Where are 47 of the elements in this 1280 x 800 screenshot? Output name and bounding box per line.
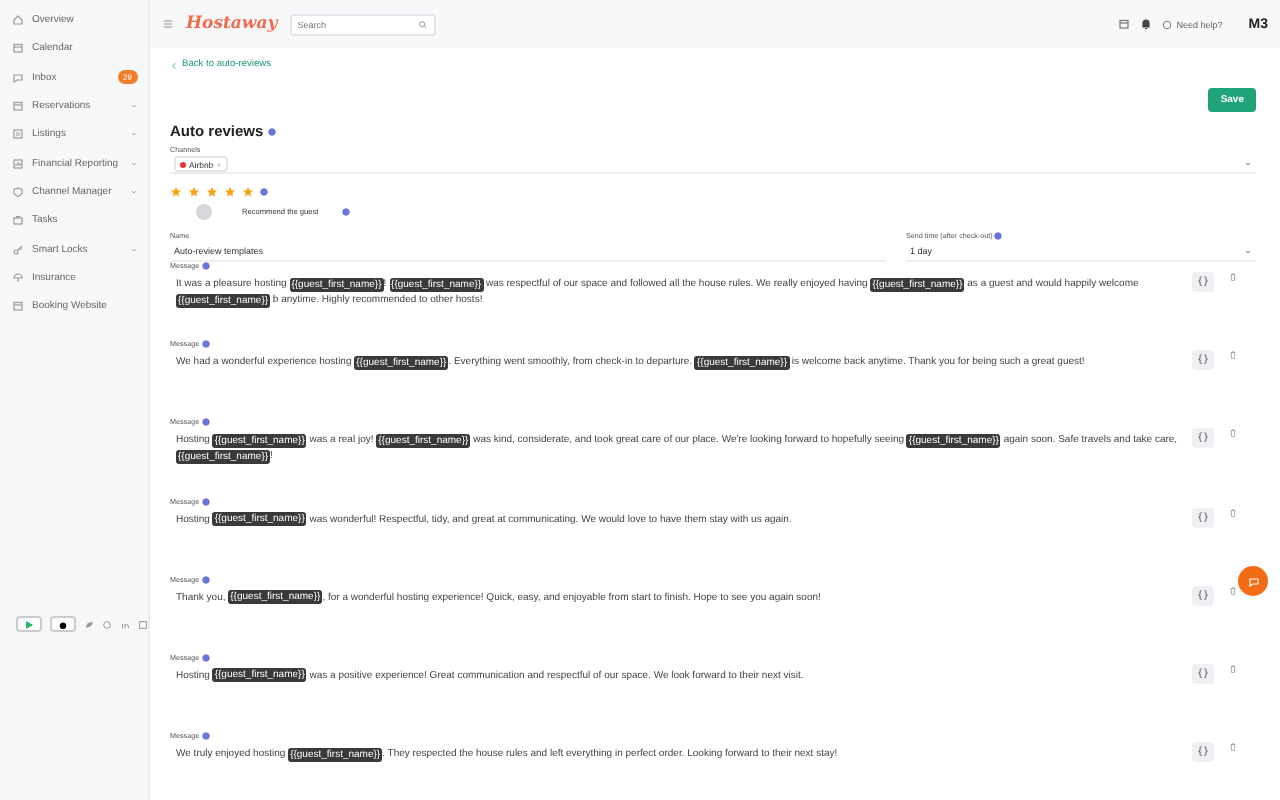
star-icon [188,186,200,198]
trash-icon [1228,585,1238,596]
star-icon [170,186,182,198]
info-icon [201,653,210,662]
info-icon [267,127,276,135]
briefcase-icon [12,214,24,227]
info-icon [260,188,268,196]
app-store-button[interactable] [50,616,76,632]
home-icon [12,14,24,27]
shield-icon [12,185,24,198]
linkedin-icon [120,619,130,629]
trash-icon [1228,663,1238,674]
trash-icon [1228,350,1238,361]
trash-icon [1228,742,1238,753]
info-icon [994,232,1003,240]
calendar-icon [12,300,24,313]
play-store-button[interactable] [16,616,42,632]
apple-icon [58,619,68,629]
list-icon [12,128,24,141]
calendar-icon [12,42,24,55]
menu-icon [162,18,174,30]
trash-icon [1228,428,1238,439]
star-icon [224,186,236,198]
play-icon [24,619,34,629]
info-icon [201,575,210,584]
info-icon [201,418,210,427]
info-icon [201,340,210,349]
key-icon [12,243,24,256]
chevron-left-icon [170,61,178,69]
bell-icon [1140,18,1153,30]
trash-icon [1228,272,1238,282]
star-icon [206,186,218,198]
umbrella-icon [12,271,24,284]
star-icon [242,186,254,198]
square-icon [138,619,148,629]
info-icon [201,497,210,506]
chart-icon [12,157,24,170]
search-icon [417,19,428,29]
logo: Hostaway [186,14,278,34]
info-icon [201,732,210,741]
info-icon [201,262,210,270]
chat-icon [12,71,24,84]
calendar-icon [1118,18,1131,30]
chat-icon [1247,575,1259,587]
calendar-icon [12,100,24,113]
info-icon [342,208,351,216]
trash-icon [1228,507,1238,518]
